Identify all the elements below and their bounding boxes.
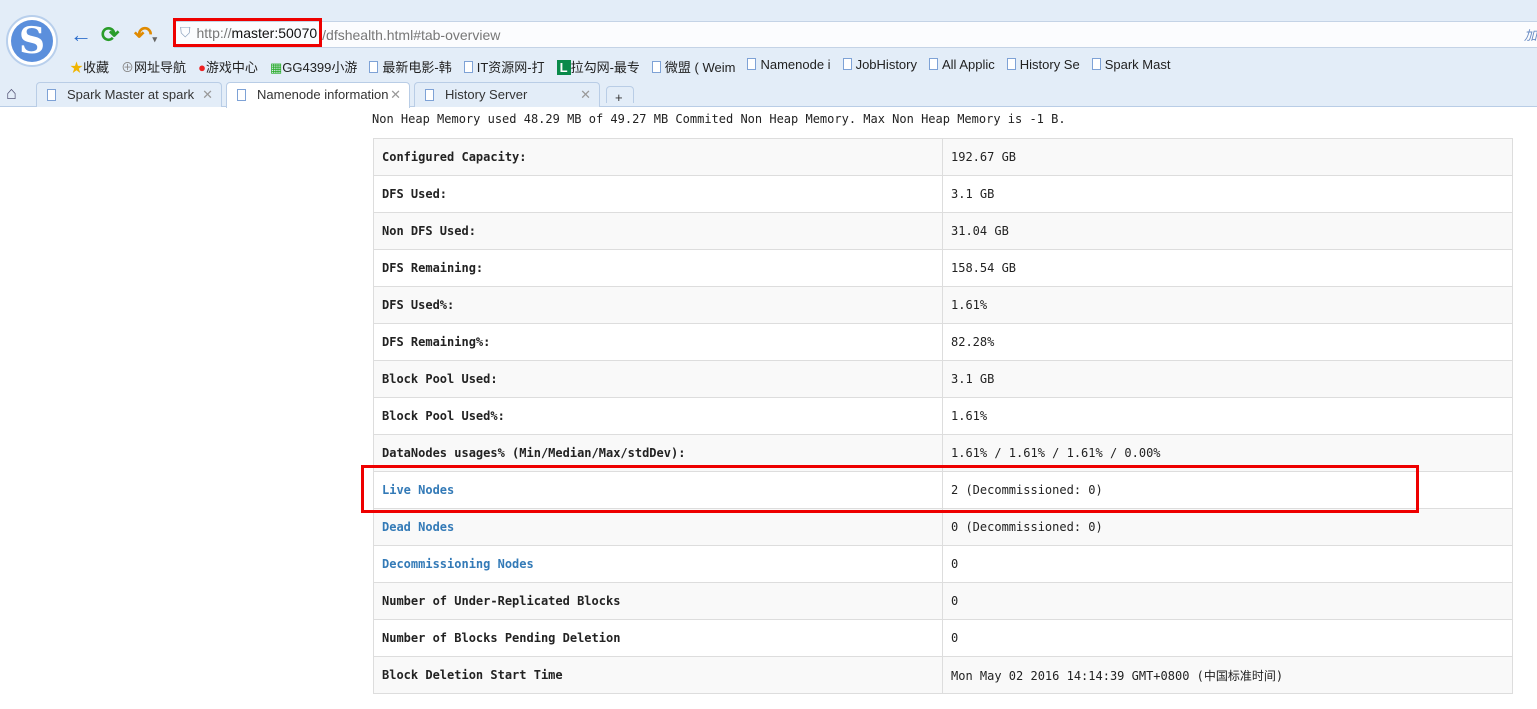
row-value: 3.1 GB <box>942 175 1513 213</box>
page-icon <box>929 58 938 70</box>
refresh-icon[interactable]: ⟳ <box>101 22 119 48</box>
row-label: Number of Under-Replicated Blocks <box>373 582 943 620</box>
row-value: 0 <box>942 619 1513 657</box>
browser-logo[interactable]: S <box>6 15 58 67</box>
table-row: Block Deletion Start Time Mon May 02 2016… <box>373 656 1513 694</box>
row-value: Mon May 02 2016 14:14:39 GMT+0800 (中国标准时… <box>942 656 1513 694</box>
table-row: Configured Capacity: 192.67 GB <box>373 138 1513 176</box>
table-row: DFS Used%: 1.61% <box>373 286 1513 324</box>
tab-namenode[interactable]: Namenode information ✕ <box>226 82 410 108</box>
row-value: 0 <box>942 545 1513 583</box>
page-icon <box>425 89 434 101</box>
row-value: 31.04 GB <box>942 212 1513 250</box>
row-value: 0 (Decommissioned: 0) <box>942 508 1513 546</box>
bookmark[interactable]: ⊕网址导航 <box>121 57 186 76</box>
bookmark[interactable]: ▦GG4399小游 <box>270 57 357 76</box>
table-row: Dead Nodes 0 (Decommissioned: 0) <box>373 508 1513 546</box>
bookmark[interactable]: 微盟 ( Weim <box>651 57 735 76</box>
back-icon[interactable]: ← <box>70 22 92 48</box>
row-value: 1.61% <box>942 397 1513 435</box>
live-nodes-highlight-box <box>361 465 1419 513</box>
home-icon[interactable]: ⌂ <box>6 83 17 104</box>
url-path: /dfshealth.html#tab-overview <box>322 26 501 43</box>
table-row: Number of Blocks Pending Deletion 0 <box>373 619 1513 657</box>
tab-bar: ⌂ Spark Master at spark ✕ Namenode inform… <box>0 82 1537 108</box>
page-icon <box>47 89 56 101</box>
grid-icon: ▦ <box>269 60 283 75</box>
heap-memory-text: Non Heap Memory used 48.29 MB of 49.27 M… <box>372 112 1066 126</box>
star-icon: ★ <box>70 60 84 75</box>
row-value: 82.28% <box>942 323 1513 361</box>
bookmarks-bar: ★收藏 ⊕网址导航 ●游戏中心 ▦GG4399小游 最新电影-韩 IT资源网-打… <box>70 57 1170 76</box>
page-icon <box>1006 58 1016 70</box>
table-row: DFS Remaining: 158.54 GB <box>373 249 1513 287</box>
bookmark[interactable]: Spark Mast <box>1091 57 1170 76</box>
bookmark[interactable]: All Applic <box>929 57 995 76</box>
bookmark[interactable]: Namenode i <box>747 57 831 76</box>
bookmark[interactable]: ★收藏 <box>70 57 109 76</box>
bookmark[interactable]: ●游戏中心 <box>198 57 258 76</box>
table-row: DFS Remaining%: 82.28% <box>373 323 1513 361</box>
page-icon <box>463 61 473 73</box>
row-value: 192.67 GB <box>942 138 1513 176</box>
row-link[interactable]: Decommissioning Nodes <box>373 545 943 583</box>
page-icon <box>369 61 379 73</box>
table-row: Block Pool Used: 3.1 GB <box>373 360 1513 398</box>
table-row: Number of Under-Replicated Blocks 0 <box>373 582 1513 620</box>
row-label: DFS Remaining%: <box>373 323 943 361</box>
row-label: DFS Used: <box>373 175 943 213</box>
row-value: 3.1 GB <box>942 360 1513 398</box>
lagou-icon: L <box>556 60 571 75</box>
row-value: 158.54 GB <box>942 249 1513 287</box>
bookmark[interactable]: 最新电影-韩 <box>369 57 452 76</box>
page-icon <box>237 89 246 101</box>
bookmark[interactable]: History Se <box>1006 57 1080 76</box>
new-tab-button[interactable]: + <box>606 86 634 103</box>
table-row: Decommissioning Nodes 0 <box>373 545 1513 583</box>
undo-icon[interactable]: ↶▾ <box>134 22 157 48</box>
page-icon <box>651 61 661 73</box>
bookmark[interactable]: L 拉勾网-最专 <box>556 57 640 76</box>
summary-table: Configured Capacity: 192.67 GB DFS Used: 3.… <box>373 138 1513 694</box>
close-icon[interactable]: ✕ <box>202 87 213 103</box>
table-row: DFS Used: 3.1 GB <box>373 175 1513 213</box>
row-link[interactable]: Dead Nodes <box>373 508 943 546</box>
row-label: Block Pool Used: <box>373 360 943 398</box>
row-label: Number of Blocks Pending Deletion <box>373 619 943 657</box>
close-icon[interactable]: ✕ <box>580 87 591 103</box>
row-label: Non DFS Used: <box>373 212 943 250</box>
url-highlight-box: ⛉ http://master:50070 <box>173 18 323 47</box>
shield-icon: ⛉ <box>180 24 191 40</box>
close-icon[interactable]: ✕ <box>390 87 401 103</box>
row-label: Configured Capacity: <box>373 138 943 176</box>
browser-chrome: S ← ⟳ ↶▾ ⛉ http://master:50070 /dfshealt… <box>0 0 1537 108</box>
row-label: DFS Remaining: <box>373 249 943 287</box>
address-bar[interactable]: ⛉ http://master:50070 /dfshealth.html#ta… <box>173 18 1537 48</box>
page-icon <box>747 58 757 70</box>
bookmark[interactable]: IT资源网-打 <box>463 57 545 76</box>
row-label: Block Pool Used%: <box>373 397 943 435</box>
row-value: 1.61% <box>942 286 1513 324</box>
row-label: Block Deletion Start Time <box>373 656 943 694</box>
table-row: Block Pool Used%: 1.61% <box>373 397 1513 435</box>
game-icon: ● <box>198 60 206 75</box>
page-icon <box>842 58 852 70</box>
url-host: http://master:50070 <box>196 24 318 41</box>
table-row: Non DFS Used: 31.04 GB <box>373 212 1513 250</box>
addr-right-text: 加 <box>1523 28 1537 43</box>
row-value: 0 <box>942 582 1513 620</box>
row-label: DFS Used%: <box>373 286 943 324</box>
page-icon <box>1091 58 1101 70</box>
tab-history-server[interactable]: History Server ✕ <box>414 82 600 107</box>
tab-spark-master[interactable]: Spark Master at spark ✕ <box>36 82 222 107</box>
globe-icon: ⊕ <box>121 60 135 75</box>
bookmark[interactable]: JobHistory <box>842 57 917 76</box>
